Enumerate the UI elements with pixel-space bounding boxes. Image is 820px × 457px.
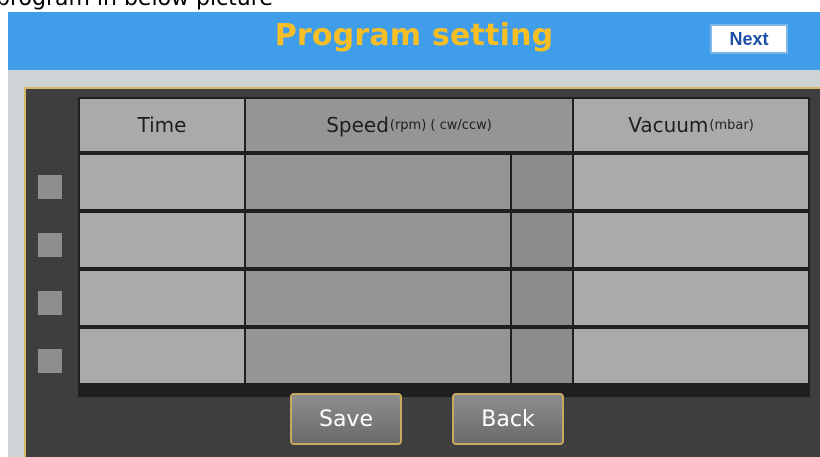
- header-bar: Program setting Next: [8, 12, 820, 70]
- vacuum-cell-1[interactable]: [574, 155, 808, 209]
- speed-cell-1[interactable]: [246, 155, 510, 209]
- time-cell-3[interactable]: [80, 271, 244, 325]
- direction-cell-1[interactable]: [512, 155, 572, 209]
- vacuum-cell-2[interactable]: [574, 213, 808, 267]
- vacuum-cell-3[interactable]: [574, 271, 808, 325]
- speed-cell-2[interactable]: [246, 213, 510, 267]
- row-checkbox-2[interactable]: [38, 233, 62, 257]
- column-header-speed-unit: (rpm) ( cw/ccw): [389, 117, 492, 133]
- column-header-vacuum-unit: (mbar): [709, 117, 754, 133]
- time-cell-1[interactable]: [80, 155, 244, 209]
- page-caption: program in below picture: [0, 0, 273, 11]
- column-header-speed-label: Speed: [326, 113, 389, 137]
- speed-cell-3[interactable]: [246, 271, 510, 325]
- row-checkbox-4[interactable]: [38, 349, 62, 373]
- direction-cell-4[interactable]: [512, 329, 572, 383]
- vacuum-cell-4[interactable]: [574, 329, 808, 383]
- column-header-vacuum: Vacuum (mbar): [574, 99, 808, 151]
- page-title: Program setting: [274, 18, 554, 53]
- time-cell-4[interactable]: [80, 329, 244, 383]
- column-header-speed: Speed (rpm) ( cw/ccw): [246, 99, 572, 151]
- next-button[interactable]: Next: [710, 24, 788, 54]
- column-header-time: Time: [80, 99, 244, 151]
- direction-cell-2[interactable]: [512, 213, 572, 267]
- save-button[interactable]: Save: [290, 393, 402, 445]
- back-button[interactable]: Back: [452, 393, 564, 445]
- row-checkbox-3[interactable]: [38, 291, 62, 315]
- direction-cell-3[interactable]: [512, 271, 572, 325]
- speed-cell-4[interactable]: [246, 329, 510, 383]
- column-header-time-label: Time: [137, 113, 187, 137]
- program-table: Time Speed (rpm) ( cw/ccw) Vacuum (mbar): [78, 97, 810, 397]
- program-setting-screen: Program setting Next Time Speed (rpm) ( c…: [8, 12, 820, 457]
- time-cell-2[interactable]: [80, 213, 244, 267]
- column-header-vacuum-label: Vacuum: [628, 113, 709, 137]
- settings-panel: Time Speed(rpm) ( cw/ccw) Vacuum(mbar): [24, 87, 820, 457]
- row-checkbox-1[interactable]: [38, 175, 62, 199]
